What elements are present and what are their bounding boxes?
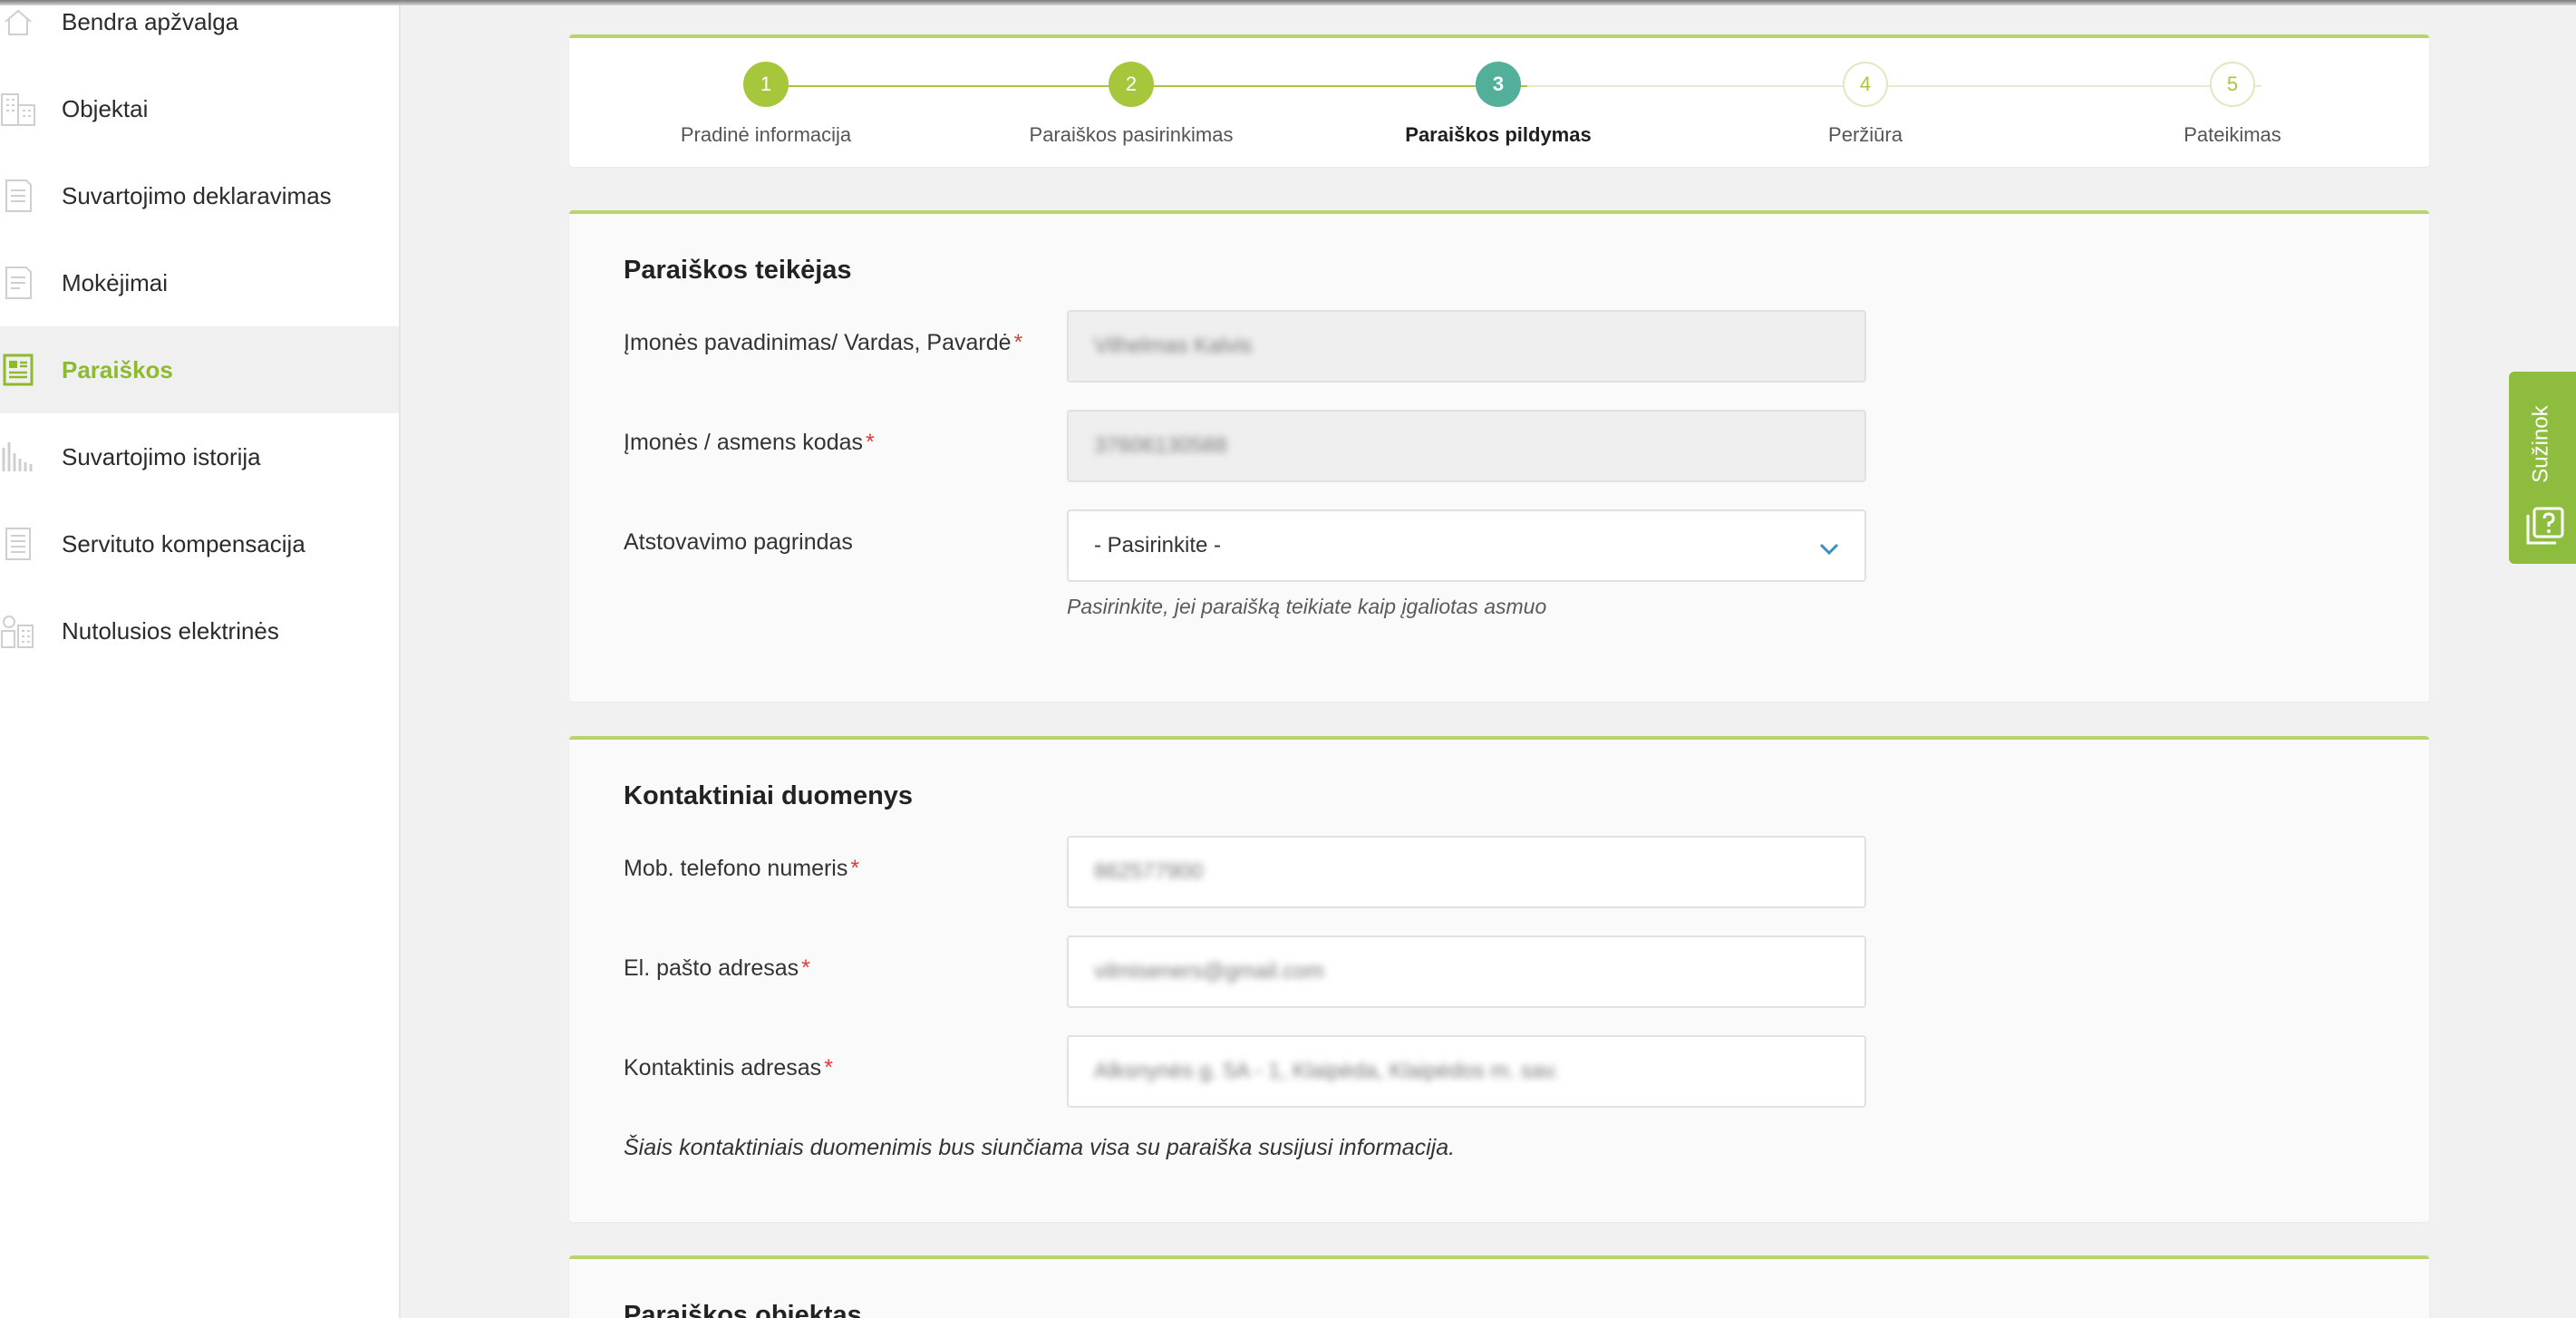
step-number: 3 xyxy=(1476,62,1521,107)
company-name-field: Vilhelmas Kalvis xyxy=(1067,310,1866,383)
sidebar-item-label: Servituto kompensacija xyxy=(62,529,305,557)
progress-stepper: 1 Pradinė informacija 2 Paraiškos pasiri… xyxy=(569,34,2429,167)
step-number: 1 xyxy=(743,62,789,107)
document-icon xyxy=(0,178,36,214)
sidebar-item-label: Bendra apžvalga xyxy=(62,7,239,35)
required-marker: * xyxy=(824,1055,833,1081)
application-object-section: Paraiškos objektas xyxy=(569,1255,2429,1318)
company-code-field: 37606130588 xyxy=(1067,410,1866,482)
required-marker: * xyxy=(850,856,860,881)
sidebar-item-payments[interactable]: Mokėjimai xyxy=(0,239,399,326)
address-value: Alksnynės g. 5A - 1, Klaipėda, Klaipėdos… xyxy=(1094,1059,1560,1083)
sidebar-item-overview[interactable]: Bendra apžvalga xyxy=(0,0,399,65)
sidebar-item-consumption-history[interactable]: Suvartojimo istorija xyxy=(0,413,399,500)
phone-label: Mob. telefono numeris * xyxy=(624,856,860,881)
sidebar-item-label: Suvartojimo istorija xyxy=(62,442,261,470)
required-marker: * xyxy=(1013,330,1023,355)
sidebar-item-applications[interactable]: Paraiškos xyxy=(0,326,399,413)
buildings-icon xyxy=(0,91,36,127)
home-icon xyxy=(0,4,36,40)
representation-selected-value: - Pasirinkite - xyxy=(1094,533,1222,557)
help-tab-label: Sužinok xyxy=(2529,405,2554,483)
sidebar-item-objects[interactable]: Objektai xyxy=(0,65,399,152)
section-title: Paraiškos teikėjas xyxy=(624,256,852,285)
section-title: Paraiškos objektas xyxy=(624,1301,862,1318)
sidebar-item-label: Suvartojimo deklaravimas xyxy=(62,181,332,209)
contacts-note: Šiais kontaktiniais duomenimis bus siunč… xyxy=(624,1135,1456,1160)
sidebar-item-label: Nutolusios elektrinės xyxy=(62,616,279,644)
contacts-section: Kontaktiniai duomenys Mob. telefono nume… xyxy=(569,736,2429,1222)
help-tab[interactable]: Sužinok xyxy=(2509,372,2576,564)
step-1[interactable]: 1 Pradinė informacija xyxy=(630,62,902,147)
chevron-down-icon xyxy=(1819,537,1839,562)
email-value: vilmiseners@gmail.com xyxy=(1094,959,1324,984)
company-name-value: Vilhelmas Kalvis xyxy=(1094,334,1253,358)
applicant-section: Paraiškos teikėjas Įmonės pavadinimas/ V… xyxy=(569,210,2429,702)
sidebar-item-consumption-declaration[interactable]: Suvartojimo deklaravimas xyxy=(0,152,399,239)
step-label: Paraiškos pasirinkimas xyxy=(1029,123,1234,146)
phone-field[interactable]: 862577900 xyxy=(1067,836,1866,908)
company-name-label: Įmonės pavadinimas/ Vardas, Pavardė * xyxy=(624,330,1023,355)
email-label: El. pašto adresas * xyxy=(624,955,810,981)
email-field[interactable]: vilmiseners@gmail.com xyxy=(1067,935,1866,1008)
address-field[interactable]: Alksnynės g. 5A - 1, Klaipėda, Klaipėdos… xyxy=(1067,1035,1866,1108)
sidebar-item-servitude-compensation[interactable]: Servituto kompensacija xyxy=(0,500,399,587)
step-number: 2 xyxy=(1109,62,1154,107)
top-shadow-strip xyxy=(0,0,2576,5)
step-label: Pradinė informacija xyxy=(680,123,852,146)
sidebar-item-label: Mokėjimai xyxy=(62,268,169,296)
phone-value: 862577900 xyxy=(1094,859,1204,884)
address-label: Kontaktinis adresas * xyxy=(624,1055,833,1081)
bar-chart-icon xyxy=(0,439,36,475)
step-label: Paraiškos pildymas xyxy=(1405,123,1592,146)
sidebar-item-label: Paraiškos xyxy=(62,355,173,383)
representation-select[interactable]: - Pasirinkite - xyxy=(1067,509,1866,582)
step-label: Peržiūra xyxy=(1828,123,1903,146)
receipt-icon xyxy=(0,265,36,301)
step-2[interactable]: 2 Paraiškos pasirinkimas xyxy=(995,62,1267,147)
step-3[interactable]: 3 Paraiškos pildymas xyxy=(1362,62,1634,147)
company-code-value: 37606130588 xyxy=(1094,433,1227,458)
step-number: 4 xyxy=(1843,62,1888,107)
representation-hint: Pasirinkite, jei paraišką teikiate kaip … xyxy=(1067,595,1547,618)
application-icon xyxy=(0,352,36,388)
step-4[interactable]: 4 Peržiūra xyxy=(1729,62,2001,147)
required-marker: * xyxy=(866,430,875,455)
document-lines-icon xyxy=(0,526,36,562)
required-marker: * xyxy=(801,955,810,981)
section-title: Kontaktiniai duomenys xyxy=(624,781,914,810)
power-plant-icon xyxy=(0,613,36,649)
representation-label: Atstovavimo pagrindas xyxy=(624,529,853,555)
step-5[interactable]: 5 Pateikimas xyxy=(2097,62,2368,147)
step-number: 5 xyxy=(2210,62,2255,107)
sidebar: Bendra apžvalga Objektai Suvartojimo dek… xyxy=(0,0,401,1318)
help-question-icon xyxy=(2525,506,2565,550)
sidebar-item-label: Objektai xyxy=(62,94,149,122)
company-code-label: Įmonės / asmens kodas * xyxy=(624,430,875,455)
sidebar-item-remote-power-plants[interactable]: Nutolusios elektrinės xyxy=(0,587,399,674)
step-label: Pateikimas xyxy=(2184,123,2281,146)
